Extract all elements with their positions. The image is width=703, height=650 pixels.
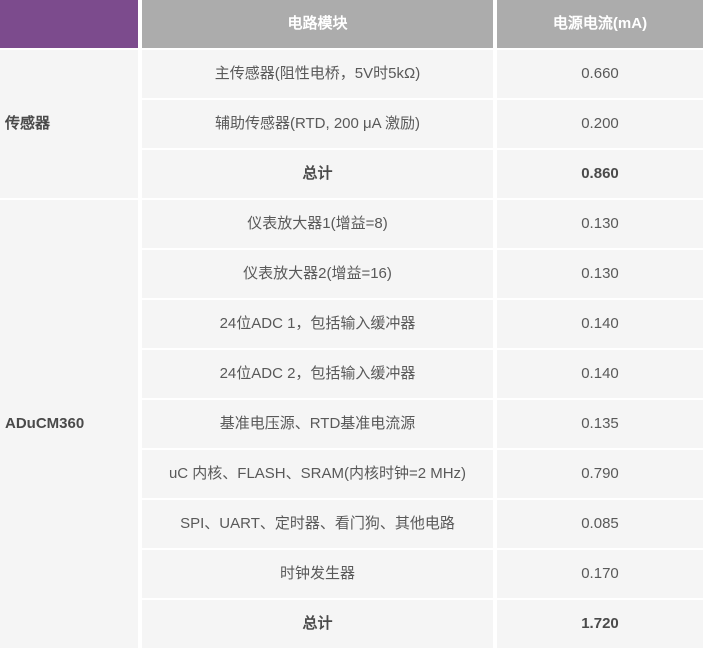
module-cell: uC 内核、FLASH、SRAM(内核时钟=2 MHz) <box>142 450 493 498</box>
total-module-cell: 总计 <box>142 150 493 198</box>
total-module-cell: 总计 <box>142 600 493 648</box>
group-label-1: 传感器 <box>0 50 138 198</box>
current-cell: 0.790 <box>497 450 703 498</box>
group-label-2: ADuCM360 <box>0 200 138 648</box>
current-cell: 0.130 <box>497 200 703 248</box>
total-current-cell: 0.860 <box>497 150 703 198</box>
column-header-module: 电路模块 <box>142 0 493 48</box>
module-cell: 仪表放大器2(增益=16) <box>142 250 493 298</box>
column-header-current: 电源电流(mA) <box>497 0 703 48</box>
module-cell: 辅助传感器(RTD, 200 μA 激励) <box>142 100 493 148</box>
current-cell: 0.130 <box>497 250 703 298</box>
module-cell: SPI、UART、定时器、看门狗、其他电路 <box>142 500 493 548</box>
current-cell: 0.170 <box>497 550 703 598</box>
module-cell: 24位ADC 1，包括输入缓冲器 <box>142 300 493 348</box>
module-cell: 仪表放大器1(增益=8) <box>142 200 493 248</box>
module-cell: 时钟发生器 <box>142 550 493 598</box>
current-cell: 0.140 <box>497 350 703 398</box>
current-cell: 0.085 <box>497 500 703 548</box>
current-cell: 0.135 <box>497 400 703 448</box>
current-cell: 0.200 <box>497 100 703 148</box>
module-cell: 主传感器(阻性电桥，5V时5kΩ) <box>142 50 493 98</box>
corner-cell <box>0 0 138 48</box>
module-cell: 基准电压源、RTD基准电流源 <box>142 400 493 448</box>
module-cell: 24位ADC 2，包括输入缓冲器 <box>142 350 493 398</box>
total-current-cell: 1.720 <box>497 600 703 648</box>
current-cell: 0.140 <box>497 300 703 348</box>
power-current-table: 电路模块 电源电流(mA) 传感器 主传感器(阻性电桥，5V时5kΩ) 0.660 辅… <box>0 0 703 648</box>
current-cell: 0.660 <box>497 50 703 98</box>
